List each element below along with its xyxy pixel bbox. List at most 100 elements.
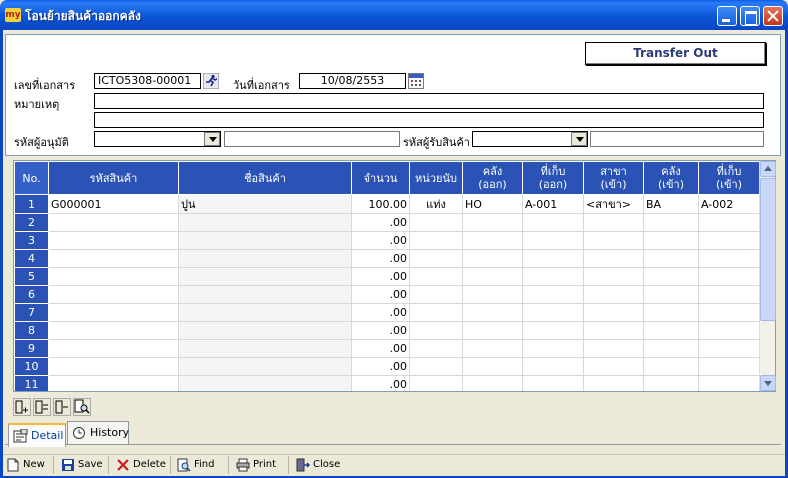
- table-cell-wh-in[interactable]: [643, 267, 699, 286]
- column-header[interactable]: คลัง (ออก): [462, 161, 523, 195]
- table-cell-loc-out[interactable]: [522, 249, 584, 268]
- table-cell-loc-in[interactable]: [698, 213, 760, 232]
- table-cell-code[interactable]: [48, 357, 179, 376]
- runner-lookup-icon[interactable]: [203, 73, 219, 89]
- table-row[interactable]: 5.00: [14, 267, 760, 286]
- table-cell-loc-out[interactable]: [522, 375, 584, 391]
- table-cell-wh-in[interactable]: [643, 249, 699, 268]
- table-cell-name[interactable]: [178, 375, 352, 391]
- table-cell-wh-out[interactable]: [462, 375, 523, 391]
- table-cell-loc-in[interactable]: [698, 357, 760, 376]
- find-button[interactable]: Find: [176, 456, 215, 474]
- table-cell-wh-in[interactable]: [643, 339, 699, 358]
- table-cell-code[interactable]: [48, 249, 179, 268]
- table-cell-branch-in[interactable]: [583, 321, 644, 340]
- table-cell-loc-in[interactable]: A-002: [698, 194, 760, 214]
- delete-row-icon[interactable]: [53, 398, 71, 416]
- table-cell-loc-in[interactable]: [698, 231, 760, 250]
- scroll-up-icon[interactable]: [760, 161, 776, 177]
- table-cell-name[interactable]: [178, 267, 352, 286]
- new-button[interactable]: New: [5, 456, 45, 474]
- print-button[interactable]: Print: [235, 456, 276, 474]
- table-cell-name[interactable]: ปูน: [178, 194, 352, 214]
- table-cell-unit[interactable]: [409, 285, 463, 304]
- table-row[interactable]: 2.00: [14, 213, 760, 232]
- table-cell-loc-out[interactable]: A-001: [522, 194, 584, 214]
- chevron-down-icon[interactable]: [571, 132, 587, 146]
- close-window-button[interactable]: [763, 6, 783, 26]
- table-cell-code[interactable]: [48, 375, 179, 391]
- calendar-icon[interactable]: [408, 73, 424, 89]
- remark-field[interactable]: [94, 93, 764, 109]
- table-cell-code[interactable]: [48, 303, 179, 322]
- table-cell-branch-in[interactable]: [583, 249, 644, 268]
- table-cell-branch-in[interactable]: [583, 375, 644, 391]
- table-cell-code[interactable]: [48, 231, 179, 250]
- table-row[interactable]: 7.00: [14, 303, 760, 322]
- table-cell-name[interactable]: [178, 213, 352, 232]
- table-cell-qty[interactable]: .00: [351, 303, 410, 322]
- table-cell-branch-in[interactable]: [583, 267, 644, 286]
- table-cell-wh-out[interactable]: [462, 339, 523, 358]
- table-cell-branch-in[interactable]: [583, 285, 644, 304]
- table-cell-loc-in[interactable]: [698, 285, 760, 304]
- table-cell-code[interactable]: G000001: [48, 194, 179, 214]
- table-cell-qty[interactable]: .00: [351, 213, 410, 232]
- table-cell-loc-in[interactable]: [698, 303, 760, 322]
- delete-button[interactable]: Delete: [115, 456, 166, 474]
- table-cell-unit[interactable]: [409, 303, 463, 322]
- table-row[interactable]: 8.00: [14, 321, 760, 340]
- table-cell-loc-out[interactable]: [522, 303, 584, 322]
- table-cell-loc-in[interactable]: [698, 267, 760, 286]
- table-cell-wh-out[interactable]: HO: [462, 194, 523, 214]
- zoom-icon[interactable]: [73, 398, 91, 416]
- table-cell-loc-out[interactable]: [522, 267, 584, 286]
- tab-detail[interactable]: Detail: [8, 423, 66, 447]
- column-header[interactable]: คลัง (เข้า): [643, 161, 699, 195]
- table-cell-wh-out[interactable]: [462, 267, 523, 286]
- column-header[interactable]: ที่เก็บ (ออก): [522, 161, 584, 195]
- table-cell-unit[interactable]: แท่ง: [409, 194, 463, 214]
- table-row[interactable]: 11.00: [14, 375, 760, 391]
- table-cell-wh-out[interactable]: [462, 357, 523, 376]
- table-cell-wh-out[interactable]: [462, 321, 523, 340]
- table-cell-qty[interactable]: .00: [351, 267, 410, 286]
- table-cell-code[interactable]: [48, 321, 179, 340]
- table-cell-unit[interactable]: [409, 249, 463, 268]
- table-cell-loc-out[interactable]: [522, 321, 584, 340]
- column-header[interactable]: ชื่อสินค้า: [178, 161, 352, 195]
- tab-history[interactable]: History: [67, 421, 129, 445]
- scroll-down-icon[interactable]: [760, 375, 776, 391]
- doc-date-field[interactable]: 10/08/2553: [299, 73, 406, 89]
- column-header[interactable]: รหัสสินค้า: [48, 161, 179, 195]
- table-cell-unit[interactable]: [409, 375, 463, 391]
- table-cell-wh-in[interactable]: [643, 285, 699, 304]
- table-cell-wh-in[interactable]: [643, 375, 699, 391]
- doc-no-field[interactable]: ICTO5308-00001: [94, 73, 201, 89]
- table-cell-unit[interactable]: [409, 267, 463, 286]
- table-cell-branch-in[interactable]: [583, 303, 644, 322]
- table-cell-wh-out[interactable]: [462, 213, 523, 232]
- table-cell-wh-in[interactable]: [643, 357, 699, 376]
- transfer-out-button[interactable]: Transfer Out: [585, 42, 766, 65]
- scroll-thumb[interactable]: [760, 178, 776, 321]
- insert-row-icon[interactable]: [13, 398, 31, 416]
- table-cell-loc-out[interactable]: [522, 285, 584, 304]
- table-cell-unit[interactable]: [409, 213, 463, 232]
- table-cell-branch-in[interactable]: <สาขา>: [583, 194, 644, 214]
- maximize-button[interactable]: [740, 6, 760, 26]
- table-cell-wh-out[interactable]: [462, 303, 523, 322]
- table-cell-wh-out[interactable]: [462, 285, 523, 304]
- table-cell-branch-in[interactable]: [583, 213, 644, 232]
- table-cell-loc-out[interactable]: [522, 357, 584, 376]
- table-cell-branch-in[interactable]: [583, 357, 644, 376]
- table-cell-qty[interactable]: .00: [351, 357, 410, 376]
- table-cell-loc-in[interactable]: [698, 375, 760, 391]
- table-cell-loc-out[interactable]: [522, 213, 584, 232]
- table-cell-code[interactable]: [48, 285, 179, 304]
- table-cell-branch-in[interactable]: [583, 231, 644, 250]
- table-cell-name[interactable]: [178, 249, 352, 268]
- column-header[interactable]: ที่เก็บ (เข้า): [698, 161, 760, 195]
- table-row[interactable]: 4.00: [14, 249, 760, 268]
- table-cell-name[interactable]: [178, 339, 352, 358]
